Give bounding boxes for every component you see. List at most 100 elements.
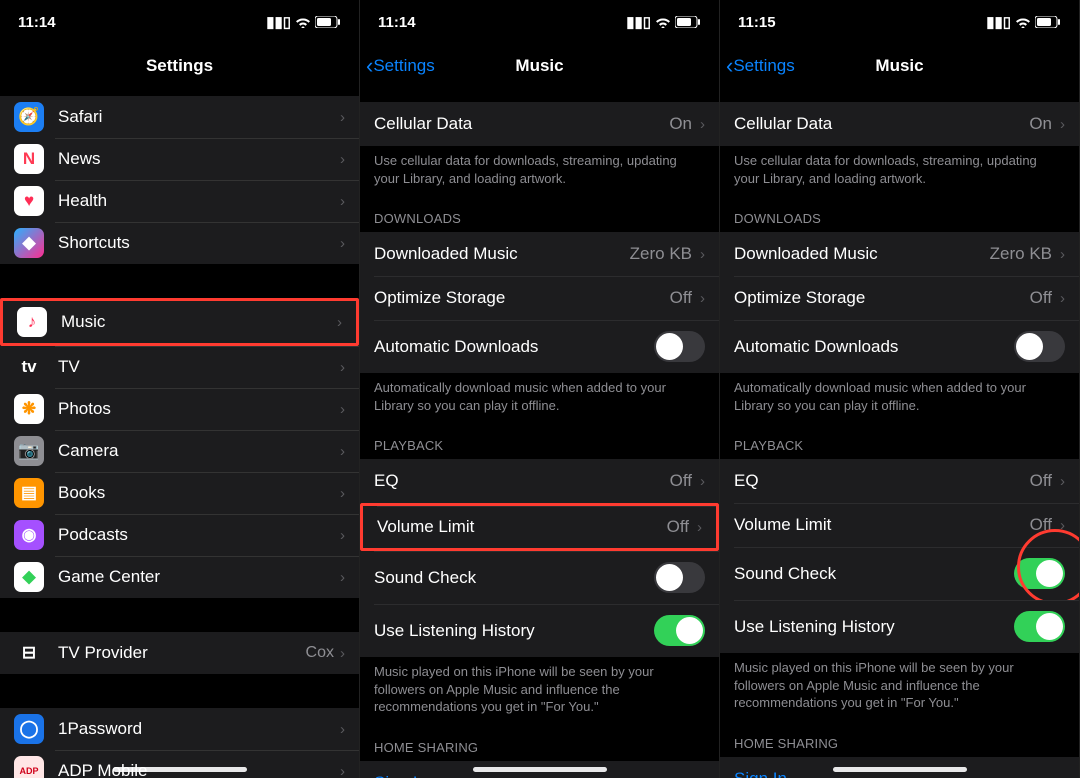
home-sharing-header: HOME SHARING [720, 716, 1079, 757]
tvprovider-icon: ⊟ [14, 638, 44, 668]
settings-row-1password[interactable]: ◯1Password› [0, 708, 359, 750]
chevron-right-icon: › [700, 473, 705, 490]
sound-check-row[interactable]: Sound Check [360, 551, 719, 604]
status-icons: ▮▮▯ [266, 13, 341, 31]
detail-list[interactable]: Cellular Data On › Use cellular data for… [360, 88, 719, 778]
row-label: Shortcuts [58, 233, 340, 253]
sign-in-link[interactable]: Sign In [374, 773, 705, 778]
shortcuts-icon: ◆ [14, 228, 44, 258]
settings-row-camera[interactable]: 📷Camera› [0, 430, 359, 472]
settings-row-adpmobile[interactable]: ADPADP Mobile› [0, 750, 359, 778]
row-label: Use Listening History [374, 621, 654, 641]
row-value: Off [670, 471, 692, 491]
settings-row-safari[interactable]: 🧭Safari› [0, 96, 359, 138]
settings-row-tvprovider[interactable]: ⊟ TV ProviderCox › [0, 632, 359, 674]
chevron-right-icon: › [700, 290, 705, 307]
chevron-right-icon: › [340, 527, 345, 544]
wifi-icon [295, 16, 311, 28]
settings-row-tv[interactable]: tvTV› [0, 346, 359, 388]
row-label: Cellular Data [374, 114, 669, 134]
settings-row-shortcuts[interactable]: ◆ Shortcuts› [0, 222, 359, 264]
listening-history-row[interactable]: Use Listening History [720, 600, 1079, 653]
row-label: Podcasts [58, 525, 340, 545]
chevron-right-icon: › [1060, 246, 1065, 263]
row-label: Automatic Downloads [374, 337, 654, 357]
back-button[interactable]: ‹ Settings [726, 55, 795, 77]
music-settings-screen-a: 11:14 ▮▮▯ ‹ Settings Music Cellular Data… [360, 0, 720, 778]
signal-icon: ▮▮▯ [266, 13, 291, 31]
settings-root-screen: 11:14 ▮▮▯ Settings 🧭Safari›NNews›♥Health… [0, 0, 360, 778]
volume-limit-row[interactable]: Volume Limit Off › [360, 503, 719, 551]
volume-limit-row[interactable]: Volume Limit Off › [720, 503, 1079, 547]
chevron-right-icon: › [1060, 473, 1065, 490]
row-label: Volume Limit [734, 515, 1030, 535]
adpmobile-icon: ADP [14, 756, 44, 778]
downloaded-music-row[interactable]: Downloaded Music Zero KB › [720, 232, 1079, 276]
wifi-icon [1015, 16, 1031, 28]
page-title: Settings [146, 56, 213, 76]
settings-row-news[interactable]: NNews› [0, 138, 359, 180]
status-icons: ▮▮▯ [986, 13, 1061, 31]
chevron-right-icon: › [340, 763, 345, 778]
row-label: Downloaded Music [374, 244, 630, 264]
settings-row-music[interactable]: ♪Music› [0, 298, 359, 346]
row-value: Off [667, 517, 689, 537]
status-icons: ▮▮▯ [626, 13, 701, 31]
chevron-right-icon: › [340, 645, 345, 662]
row-value: Cox [306, 644, 334, 662]
row-label: TV Provider [58, 643, 306, 663]
settings-row-gamecenter[interactable]: ◆Game Center› [0, 556, 359, 598]
page-title: Music [515, 56, 563, 76]
nav-header: Settings [0, 44, 359, 88]
automatic-downloads-row[interactable]: Automatic Downloads [720, 320, 1079, 373]
row-value: Off [1030, 515, 1052, 535]
settings-list[interactable]: 🧭Safari›NNews›♥Health›◆Shortcuts›♪Music›… [0, 88, 359, 778]
row-value: Off [1030, 288, 1052, 308]
history-footer: Music played on this iPhone will be seen… [720, 653, 1079, 716]
optimize-storage-row[interactable]: Optimize Storage Off › [720, 276, 1079, 320]
chevron-right-icon: › [1060, 517, 1065, 534]
cellular-data-row[interactable]: Cellular Data On › [720, 102, 1079, 146]
chevron-right-icon: › [337, 314, 342, 331]
listening-history-toggle[interactable] [1014, 611, 1065, 642]
status-time: 11:14 [18, 14, 56, 31]
sound-check-row[interactable]: Sound Check [720, 547, 1079, 600]
eq-row[interactable]: EQ Off › [720, 459, 1079, 503]
chevron-right-icon: › [340, 235, 345, 252]
cellular-footer: Use cellular data for downloads, streami… [360, 146, 719, 191]
cellular-footer: Use cellular data for downloads, streami… [720, 146, 1079, 191]
music-settings-screen-b: 11:15 ▮▮▯ ‹ Settings Music Cellular Data… [720, 0, 1080, 778]
battery-icon [315, 16, 341, 28]
automatic-downloads-toggle[interactable] [1014, 331, 1065, 362]
back-button[interactable]: ‹ Settings [366, 55, 435, 77]
settings-row-photos[interactable]: ❋Photos› [0, 388, 359, 430]
music-icon: ♪ [17, 307, 47, 337]
sound-check-toggle[interactable] [1014, 558, 1065, 589]
sound-check-toggle[interactable] [654, 562, 705, 593]
downloaded-music-row[interactable]: Downloaded Music Zero KB › [360, 232, 719, 276]
settings-row-books[interactable]: ▤Books› [0, 472, 359, 514]
row-label: Optimize Storage [374, 288, 670, 308]
row-value: Zero KB [990, 244, 1052, 264]
optimize-storage-row[interactable]: Optimize Storage Off › [360, 276, 719, 320]
gamecenter-icon: ◆ [14, 562, 44, 592]
automatic-downloads-toggle[interactable] [654, 331, 705, 362]
settings-row-podcasts[interactable]: ◉Podcasts› [0, 514, 359, 556]
eq-row[interactable]: EQ Off › [360, 459, 719, 503]
health-icon: ♥ [14, 186, 44, 216]
automatic-downloads-row[interactable]: Automatic Downloads [360, 320, 719, 373]
home-indicator [833, 767, 967, 772]
listening-history-row[interactable]: Use Listening History [360, 604, 719, 657]
page-title: Music [875, 56, 923, 76]
row-label: News [58, 149, 340, 169]
cellular-data-row[interactable]: Cellular Data On › [360, 102, 719, 146]
wifi-icon [655, 16, 671, 28]
settings-row-health[interactable]: ♥Health› [0, 180, 359, 222]
listening-history-toggle[interactable] [654, 615, 705, 646]
row-value: Off [670, 288, 692, 308]
home-indicator [113, 767, 247, 772]
detail-list[interactable]: Cellular Data On › Use cellular data for… [720, 88, 1079, 778]
row-value: Zero KB [630, 244, 692, 264]
1password-icon: ◯ [14, 714, 44, 744]
row-label: Volume Limit [377, 517, 667, 537]
